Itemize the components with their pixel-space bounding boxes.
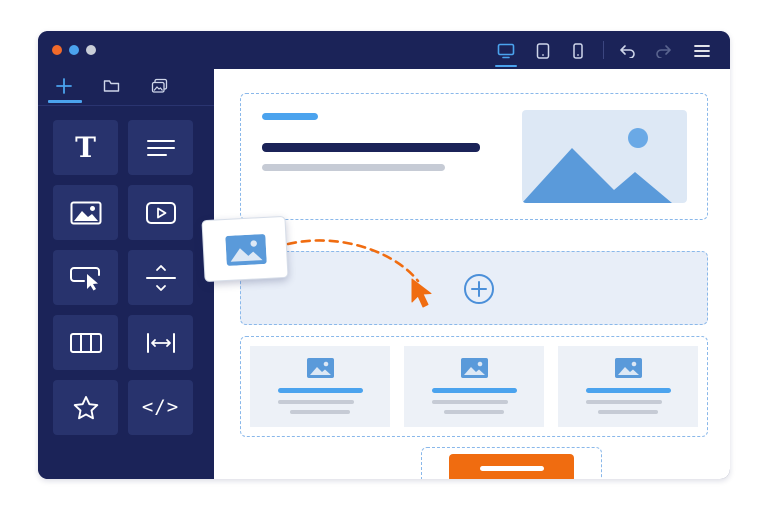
width-arrows-icon — [146, 332, 175, 353]
undo-icon[interactable] — [617, 40, 639, 62]
text-t-icon: T — [75, 130, 96, 164]
cards-section[interactable] — [240, 336, 708, 437]
tool-rating[interactable] — [53, 380, 118, 435]
tool-width[interactable] — [128, 315, 193, 370]
tablet-icon[interactable] — [532, 40, 554, 62]
cta-label-bar — [479, 465, 544, 471]
minimize-dot[interactable] — [69, 45, 79, 55]
page-canvas — [214, 69, 730, 479]
image-icon — [615, 358, 642, 378]
tool-button[interactable] — [53, 250, 118, 305]
tool-image[interactable] — [53, 185, 118, 240]
dragged-image-element[interactable] — [201, 215, 289, 283]
sidebar-divider — [38, 105, 214, 106]
maximize-dot[interactable] — [86, 45, 96, 55]
image-icon — [70, 201, 101, 224]
paragraph-lines-icon — [146, 139, 175, 156]
spacer-icon — [145, 264, 176, 291]
tool-paragraph[interactable] — [128, 120, 193, 175]
active-tab-indicator — [48, 100, 82, 103]
close-dot[interactable] — [52, 45, 62, 55]
hamburger-menu-icon[interactable] — [691, 40, 713, 62]
plus-icon[interactable] — [53, 75, 75, 97]
card-3[interactable] — [558, 346, 698, 427]
active-view-indicator — [495, 65, 517, 67]
card-text-bar — [278, 400, 354, 404]
card-title-bar — [432, 388, 517, 393]
card-2[interactable] — [404, 346, 544, 427]
drop-zone[interactable] — [240, 251, 708, 325]
hero-image[interactable] — [522, 110, 687, 203]
star-icon — [73, 395, 98, 419]
tool-text[interactable]: T — [53, 120, 118, 175]
card-text-bar — [432, 400, 508, 404]
folder-icon[interactable] — [100, 75, 122, 97]
columns-icon — [69, 332, 102, 353]
card-text-bar — [586, 400, 662, 404]
button-cursor-icon — [69, 266, 100, 290]
image-icon — [307, 358, 334, 378]
card-text-bar — [290, 410, 350, 414]
images-icon[interactable] — [148, 75, 170, 97]
hero-section[interactable] — [240, 93, 708, 220]
tool-video[interactable] — [128, 185, 193, 240]
elements-sidebar: T </> — [38, 69, 214, 479]
toolbar-divider — [603, 41, 604, 59]
monitor-icon[interactable] — [495, 40, 517, 62]
phone-icon[interactable] — [567, 40, 589, 62]
code-icon: </> — [141, 396, 180, 418]
tool-columns[interactable] — [53, 315, 118, 370]
title-bar — [38, 31, 730, 69]
video-play-icon — [145, 201, 176, 224]
card-1[interactable] — [250, 346, 390, 427]
tool-code[interactable]: </> — [128, 380, 193, 435]
card-text-bar — [444, 410, 504, 414]
mountain-image-icon — [522, 128, 672, 203]
card-title-bar — [278, 388, 363, 393]
card-title-bar — [586, 388, 671, 393]
hero-eyebrow — [262, 113, 318, 120]
builder-window: T </> — [38, 31, 730, 479]
card-text-bar — [598, 410, 658, 414]
image-icon — [225, 234, 267, 266]
tool-spacer[interactable] — [128, 250, 193, 305]
cta-button[interactable] — [449, 454, 574, 479]
add-circle-icon[interactable] — [463, 273, 495, 305]
hero-heading — [262, 143, 480, 152]
hero-subtext — [262, 164, 445, 171]
image-icon — [461, 358, 488, 378]
redo-icon[interactable] — [652, 40, 674, 62]
